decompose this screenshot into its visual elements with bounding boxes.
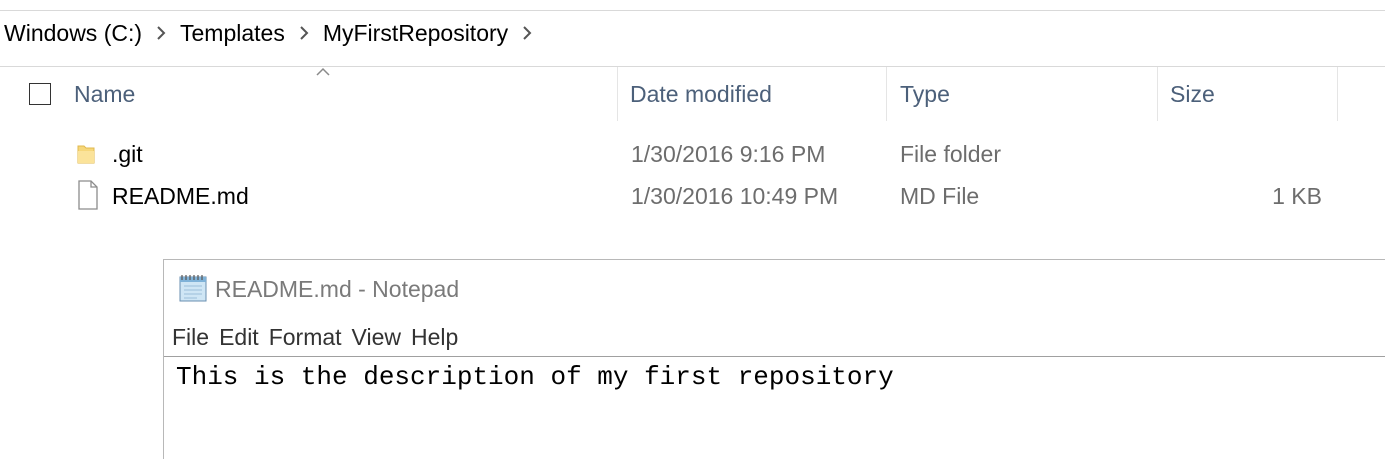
column-divider[interactable] <box>617 67 618 121</box>
notepad-icon <box>179 275 207 302</box>
column-divider[interactable] <box>1337 67 1338 121</box>
breadcrumb-item-myfirstrepository[interactable]: MyFirstRepository <box>319 20 512 47</box>
column-divider[interactable] <box>886 67 887 121</box>
column-header-type[interactable]: Type <box>900 67 950 121</box>
notepad-window[interactable]: README.md - Notepad File Edit Format Vie… <box>163 259 1385 459</box>
file-type: MD File <box>900 182 980 209</box>
breadcrumb[interactable]: Windows (C:) Templates MyFirstRepository <box>0 11 1385 55</box>
column-header-size[interactable]: Size <box>1170 67 1215 121</box>
menu-edit[interactable]: Edit <box>214 324 264 351</box>
notepad-menu-bar: File Edit Format View Help <box>164 318 1385 356</box>
sort-ascending-icon <box>316 67 330 76</box>
notepad-title-bar[interactable]: README.md - Notepad <box>164 260 1385 318</box>
file-type: File folder <box>900 140 1001 167</box>
menu-view[interactable]: View <box>347 324 406 351</box>
file-list-header: Name Date modified Type Size <box>0 67 1385 121</box>
column-header-name[interactable]: Name <box>74 67 135 121</box>
file-name[interactable]: .git <box>112 134 143 174</box>
breadcrumb-item-templates[interactable]: Templates <box>176 20 289 47</box>
column-divider[interactable] <box>1157 67 1158 121</box>
file-name[interactable]: README.md <box>112 176 249 216</box>
column-header-date-modified[interactable]: Date modified <box>630 67 772 121</box>
notepad-title: README.md - Notepad <box>215 275 460 302</box>
menu-help[interactable]: Help <box>406 324 463 351</box>
folder-icon <box>77 145 95 164</box>
chevron-right-icon[interactable] <box>512 26 542 40</box>
menu-format[interactable]: Format <box>264 324 347 351</box>
file-size: 1 KB <box>1272 182 1322 209</box>
notepad-content[interactable]: This is the description of my first repo… <box>176 362 894 392</box>
notepad-text-area[interactable]: This is the description of my first repo… <box>164 356 1385 466</box>
breadcrumb-item-windows-c[interactable]: Windows (C:) <box>0 20 146 47</box>
file-row-git[interactable]: .git 1/30/2016 9:16 PM File folder <box>0 134 1385 174</box>
file-icon <box>78 180 98 210</box>
chevron-right-icon[interactable] <box>146 26 176 40</box>
select-all-checkbox[interactable] <box>29 83 51 105</box>
file-row-readme[interactable]: README.md 1/30/2016 10:49 PM MD File 1 K… <box>0 176 1385 216</box>
menu-file[interactable]: File <box>164 324 214 351</box>
chevron-right-icon[interactable] <box>289 26 319 40</box>
file-date-modified: 1/30/2016 10:49 PM <box>631 182 839 209</box>
file-date-modified: 1/30/2016 9:16 PM <box>631 140 826 167</box>
